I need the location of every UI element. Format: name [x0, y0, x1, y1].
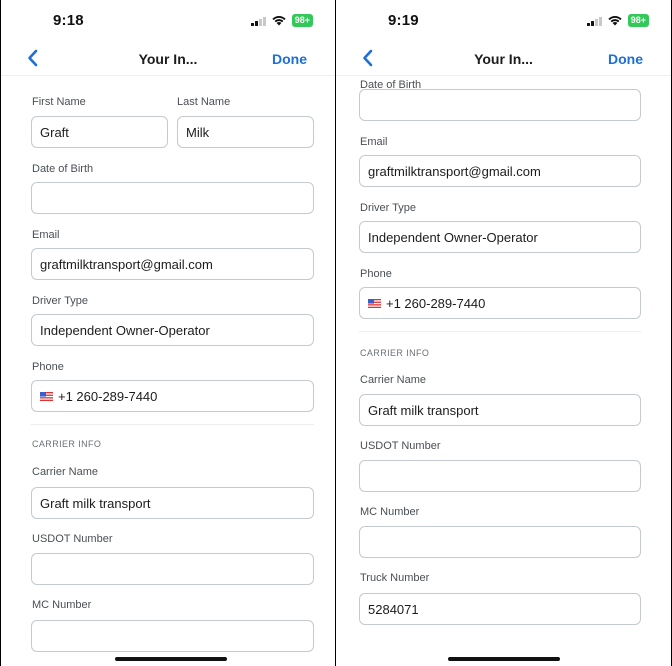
usdot-label: USDOT Number: [360, 440, 441, 452]
truck-number-label: Truck Number: [360, 572, 430, 584]
first-name-field[interactable]: Graft: [31, 116, 168, 148]
right-phone-screen: 9:19 98+ Your In... Done Date of Birth E…: [336, 0, 671, 666]
truck-number-field[interactable]: 5284071: [359, 593, 641, 625]
carrier-name-field[interactable]: Graft milk transport: [359, 394, 641, 426]
cellular-signal-icon: [251, 16, 266, 26]
carrier-info-header: CARRIER INFO: [360, 348, 430, 358]
battery-icon: 98+: [291, 14, 313, 27]
us-flag-icon: [40, 391, 53, 401]
wifi-icon: [272, 16, 286, 26]
mc-field[interactable]: [31, 620, 314, 652]
dob-field[interactable]: [31, 182, 314, 214]
driver-type-field[interactable]: Independent Owner-Operator: [31, 314, 314, 346]
usdot-field[interactable]: [359, 460, 641, 492]
navigation-bar: Your In... Done: [1, 44, 335, 76]
email-label: Email: [360, 136, 388, 148]
battery-icon: 98+: [627, 14, 649, 27]
last-name-label: Last Name: [177, 96, 231, 108]
comparison-frame: 9:18 98+ Your In... Done First Name Last…: [0, 0, 672, 666]
phone-label: Phone: [360, 268, 392, 280]
carrier-name-field[interactable]: Graft milk transport: [31, 487, 314, 519]
phone-number-text: +1 260-289-7440: [386, 295, 486, 311]
home-indicator[interactable]: [115, 657, 227, 661]
home-indicator[interactable]: [448, 657, 560, 661]
status-icons: 98+: [587, 14, 649, 27]
driver-type-label: Driver Type: [32, 295, 89, 307]
usdot-field[interactable]: [31, 553, 314, 585]
phone-number-text: +1 260-289-7440: [58, 388, 158, 404]
section-divider: [359, 331, 641, 332]
status-bar: 9:19 98+: [336, 0, 671, 40]
last-name-field[interactable]: Milk: [177, 116, 314, 148]
phone-field[interactable]: +1 260-289-7440: [359, 287, 641, 319]
driver-type-label: Driver Type: [360, 202, 417, 214]
section-divider: [31, 424, 314, 425]
carrier-info-header: CARRIER INFO: [32, 439, 102, 449]
cellular-signal-icon: [587, 16, 602, 26]
done-button[interactable]: Done: [608, 51, 643, 67]
dob-field[interactable]: [359, 89, 641, 121]
status-bar: 9:18 98+: [1, 0, 335, 40]
left-phone-screen: 9:18 98+ Your In... Done First Name Last…: [1, 0, 335, 666]
carrier-name-label: Carrier Name: [32, 466, 99, 478]
done-button[interactable]: Done: [272, 51, 307, 67]
carrier-name-label: Carrier Name: [360, 374, 427, 386]
email-label: Email: [32, 229, 60, 241]
status-time: 9:19: [388, 12, 419, 29]
form-content: Date of Birth Email graftmilktransport@g…: [336, 76, 671, 666]
usdot-label: USDOT Number: [32, 533, 113, 545]
form-content: First Name Last Name Graft Milk Date of …: [1, 76, 335, 666]
status-time: 9:18: [53, 12, 84, 29]
driver-type-field[interactable]: Independent Owner-Operator: [359, 221, 641, 253]
dob-label: Date of Birth: [32, 163, 94, 175]
wifi-icon: [608, 16, 622, 26]
mc-label: MC Number: [32, 599, 92, 611]
email-field[interactable]: graftmilktransport@gmail.com: [359, 155, 641, 187]
phone-label: Phone: [32, 361, 64, 373]
us-flag-icon: [368, 298, 381, 308]
mc-label: MC Number: [360, 506, 420, 518]
mc-field[interactable]: [359, 526, 641, 558]
phone-field[interactable]: +1 260-289-7440: [31, 380, 314, 412]
email-field[interactable]: graftmilktransport@gmail.com: [31, 248, 314, 280]
first-name-label: First Name: [32, 96, 86, 108]
navigation-bar: Your In... Done: [336, 44, 671, 76]
status-icons: 98+: [251, 14, 313, 27]
